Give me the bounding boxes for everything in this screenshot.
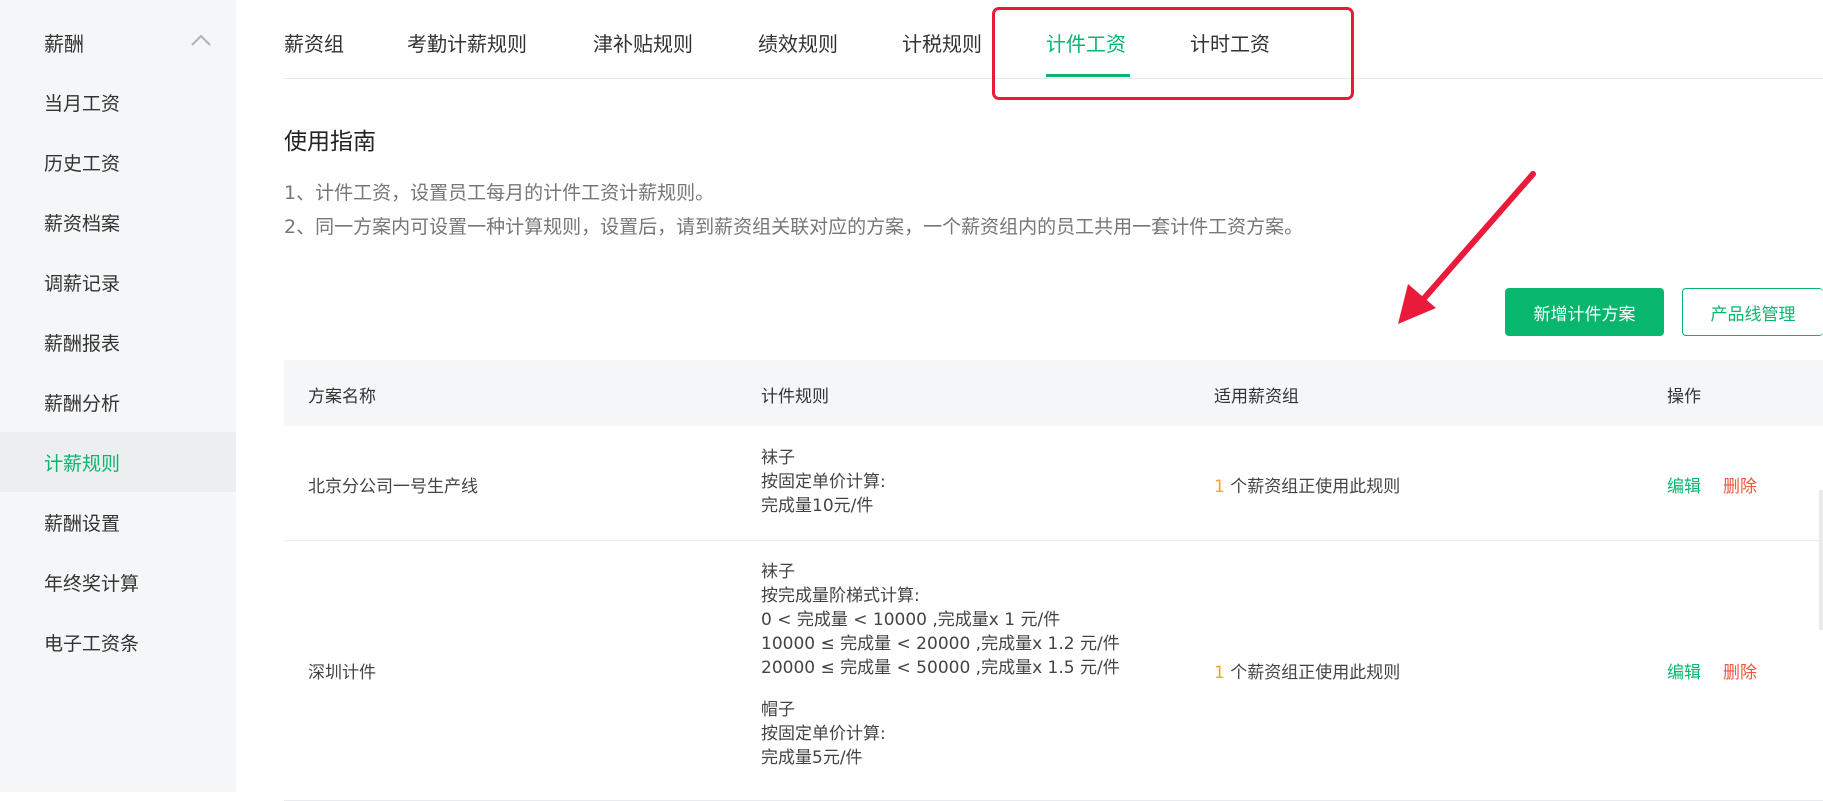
sidebar-group-salary[interactable]: 薪酬 — [0, 12, 236, 72]
sidebar-item-salary-analysis[interactable]: 薪酬分析 — [0, 372, 236, 432]
sidebar-item-salary-settings[interactable]: 薪酬设置 — [0, 492, 236, 552]
rule-line: 袜子 — [761, 562, 795, 582]
rule-block: 袜子 按完成量阶梯式计算: 0 < 完成量 < 10000 ,完成量x 1 元/… — [761, 560, 1120, 680]
rule-block: 帽子 按固定单价计算: 完成量5元/件 — [761, 698, 1120, 770]
sidebar-item-label: 调薪记录 — [44, 272, 121, 295]
table-row: 北京分公司一号生产线 袜子 按固定单价计算: 完成量10元/件 1 个薪资组正使… — [284, 426, 1823, 541]
table-header: 方案名称 计件规则 适用薪资组 操作 — [284, 360, 1823, 426]
rule-list: 袜子 按固定单价计算: 完成量10元/件 — [761, 446, 886, 518]
group-usage-text: 个薪资组正使用此规则 — [1224, 477, 1401, 497]
plan-name: 北京分公司一号生产线 — [308, 477, 478, 497]
rule-line: 10000 ≤ 完成量 < 20000 ,完成量x 1.2 元/件 — [761, 634, 1120, 654]
column-header: 适用薪资组 — [1214, 387, 1299, 407]
rule-line: 袜子 — [761, 448, 795, 468]
tab-salary-group[interactable]: 薪资组 — [284, 28, 344, 57]
group-count: 1 — [1214, 477, 1225, 497]
rule-line: 完成量5元/件 — [761, 748, 863, 768]
group-count: 1 — [1214, 663, 1225, 683]
rule-line: 按固定单价计算: — [761, 724, 886, 744]
rule-list: 袜子 按完成量阶梯式计算: 0 < 完成量 < 10000 ,完成量x 1 元/… — [761, 560, 1120, 770]
guide-line: 2、同一方案内可设置一种计算规则，设置后，请到薪资组关联对应的方案，一个薪资组内… — [284, 216, 1304, 238]
product-line-manage-button[interactable]: 产品线管理 — [1682, 288, 1823, 336]
rule-line: 按固定单价计算: — [761, 472, 886, 492]
plan-name: 深圳计件 — [308, 663, 376, 683]
sidebar: 薪酬 当月工资 历史工资 薪资档案 调薪记录 薪酬报表 薪酬分析 计薪规则 薪酬… — [0, 0, 236, 792]
sidebar-item-history-salary[interactable]: 历史工资 — [0, 132, 236, 192]
edit-link[interactable]: 编辑 — [1667, 663, 1701, 683]
sidebar-item-current-salary[interactable]: 当月工资 — [0, 72, 236, 132]
sidebar-item-label: 历史工资 — [44, 152, 121, 175]
tab-allowance-rules[interactable]: 津补贴规则 — [593, 28, 693, 57]
guide-title: 使用指南 — [284, 129, 376, 155]
group-usage: 1 个薪资组正使用此规则 — [1214, 472, 1400, 497]
group-usage: 1 个薪资组正使用此规则 — [1214, 658, 1400, 683]
row-actions: 编辑 删除 — [1667, 658, 1757, 683]
rule-line: 0 < 完成量 < 10000 ,完成量x 1 元/件 — [761, 610, 1061, 630]
sidebar-item-label: 薪资档案 — [44, 212, 121, 235]
sidebar-item-label: 薪酬报表 — [44, 332, 121, 355]
rule-line: 帽子 — [761, 700, 795, 720]
tab-performance-rules[interactable]: 绩效规则 — [758, 28, 838, 57]
column-header: 操作 — [1667, 387, 1701, 407]
sidebar-item-salary-report[interactable]: 薪酬报表 — [0, 312, 236, 372]
row-actions: 编辑 删除 — [1667, 472, 1757, 497]
sidebar-item-e-payslip[interactable]: 电子工资条 — [0, 612, 236, 672]
delete-link[interactable]: 删除 — [1723, 477, 1757, 497]
tab-attendance-rules[interactable]: 考勤计薪规则 — [407, 28, 527, 57]
sidebar-item-pay-rules[interactable]: 计薪规则 — [0, 432, 236, 492]
sidebar-item-label: 薪酬分析 — [44, 392, 121, 415]
annotation-highlight-box — [992, 7, 1354, 100]
rule-line: 20000 ≤ 完成量 < 50000 ,完成量x 1.5 元/件 — [761, 658, 1120, 678]
rule-block: 袜子 按固定单价计算: 完成量10元/件 — [761, 446, 886, 518]
sidebar-item-label: 电子工资条 — [44, 632, 140, 655]
sidebar-item-year-end-bonus[interactable]: 年终奖计算 — [0, 552, 236, 612]
sidebar-item-label: 年终奖计算 — [44, 572, 140, 595]
tab-tax-rules[interactable]: 计税规则 — [902, 28, 982, 57]
column-header: 方案名称 — [308, 387, 376, 407]
chevron-up-icon[interactable] — [190, 33, 212, 47]
delete-link[interactable]: 删除 — [1723, 663, 1757, 683]
column-header: 计件规则 — [761, 387, 829, 407]
sidebar-item-label: 薪酬设置 — [44, 512, 121, 535]
scroll-edge — [1819, 490, 1823, 630]
edit-link[interactable]: 编辑 — [1667, 477, 1701, 497]
sidebar-group-label: 薪酬 — [44, 31, 84, 56]
sidebar-item-salary-files[interactable]: 薪资档案 — [0, 192, 236, 252]
group-usage-text: 个薪资组正使用此规则 — [1224, 663, 1401, 683]
add-piecework-plan-button[interactable]: 新增计件方案 — [1505, 288, 1664, 336]
rule-line: 按完成量阶梯式计算: — [761, 586, 920, 606]
guide-line: 1、计件工资，设置员工每月的计件工资计薪规则。 — [284, 182, 715, 204]
sidebar-item-adjust-records[interactable]: 调薪记录 — [0, 252, 236, 312]
sidebar-item-label: 当月工资 — [44, 92, 121, 115]
rule-line: 完成量10元/件 — [761, 496, 874, 516]
sidebar-item-label: 计薪规则 — [44, 452, 121, 475]
table-row: 深圳计件 袜子 按完成量阶梯式计算: 0 < 完成量 < 10000 ,完成量x… — [284, 540, 1823, 801]
